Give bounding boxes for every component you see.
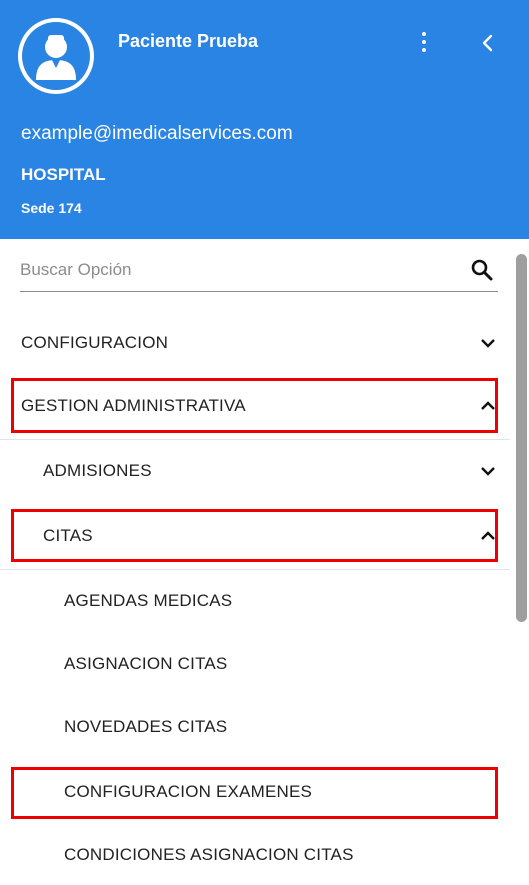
menu-item-label: CONFIGURACION — [21, 333, 169, 352]
organization-name: HOSPITAL — [21, 165, 106, 184]
collapse-sidebar-icon[interactable] — [473, 28, 503, 58]
menu-item-label: CONDICIONES ASIGNACION CITAS — [64, 845, 354, 864]
user-name: Paciente Prueba — [118, 31, 259, 51]
menu-item-novedades-citas[interactable]: NOVEDADES CITAS — [0, 697, 510, 757]
divider — [0, 569, 510, 570]
menu-item-agendas-medicas[interactable]: AGENDAS MEDICAS — [0, 571, 510, 631]
avatar[interactable] — [18, 18, 94, 94]
chevron-up-icon — [481, 401, 495, 410]
user-email: example@imedicalservices.com — [21, 123, 293, 144]
menu-item-admisiones[interactable]: ADMISIONES — [0, 441, 510, 501]
menu-item-label: AGENDAS MEDICAS — [64, 591, 233, 610]
menu-item-label: GESTION ADMINISTRATIVA — [21, 396, 246, 415]
menu-item-label: NOVEDADES CITAS — [64, 717, 228, 736]
menu-item-gestion-administrativa[interactable]: GESTION ADMINISTRATIVA — [0, 376, 510, 436]
menu-item-label: CITAS — [43, 526, 93, 545]
search-icon[interactable] — [470, 258, 494, 282]
more-options-icon[interactable] — [412, 28, 436, 58]
search-input[interactable] — [20, 256, 440, 284]
branch-name: Sede 174 — [21, 200, 82, 216]
chevron-down-icon — [481, 467, 495, 476]
scrollbar-thumb[interactable] — [516, 254, 527, 622]
menu-item-citas[interactable]: CITAS — [0, 506, 510, 566]
menu-item-label: ASIGNACION CITAS — [64, 654, 228, 673]
menu-item-condiciones-asignacion-citas[interactable]: CONDICIONES ASIGNACION CITAS — [0, 825, 510, 885]
menu-item-label: CONFIGURACION EXAMENES — [64, 782, 313, 801]
sidebar-header: Paciente Prueba example@imedicalservices… — [0, 0, 529, 239]
menu-item-configuracion[interactable]: CONFIGURACION — [0, 313, 510, 373]
menu-item-label: ADMISIONES — [43, 461, 152, 480]
chevron-up-icon — [481, 531, 495, 540]
divider — [0, 439, 510, 440]
menu-item-configuracion-examenes[interactable]: CONFIGURACION EXAMENES — [0, 762, 510, 822]
user-icon — [22, 22, 90, 90]
menu-item-asignacion-citas[interactable]: ASIGNACION CITAS — [0, 634, 510, 694]
chevron-down-icon — [481, 339, 495, 348]
search-box — [20, 252, 498, 292]
